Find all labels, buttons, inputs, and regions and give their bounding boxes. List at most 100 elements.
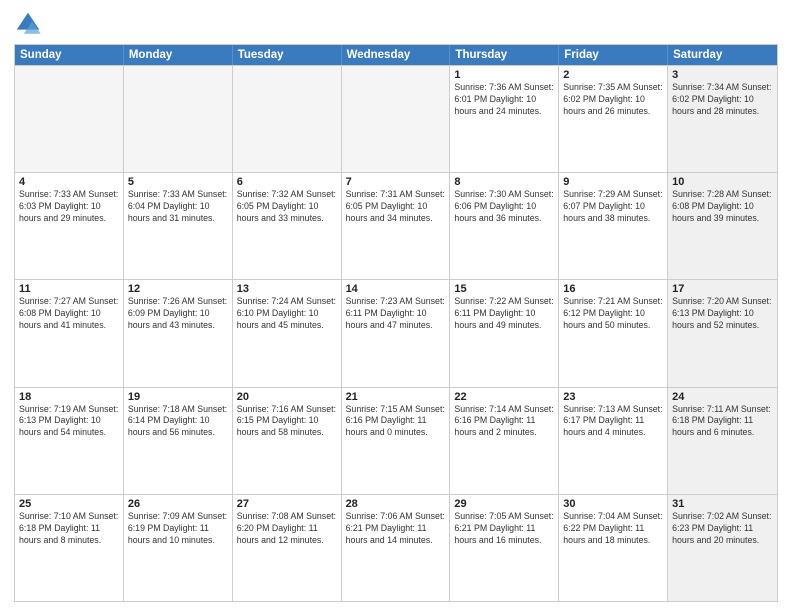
day-cell-27: 27Sunrise: 7:08 AM Sunset: 6:20 PM Dayli…	[233, 495, 342, 601]
day-info: Sunrise: 7:16 AM Sunset: 6:15 PM Dayligh…	[237, 404, 337, 440]
logo-icon	[14, 10, 42, 38]
day-number: 1	[454, 69, 554, 81]
week-row-1: 1Sunrise: 7:36 AM Sunset: 6:01 PM Daylig…	[15, 65, 777, 172]
empty-cell	[233, 66, 342, 172]
day-number: 9	[563, 176, 663, 188]
day-cell-11: 11Sunrise: 7:27 AM Sunset: 6:08 PM Dayli…	[15, 280, 124, 386]
col-header-saturday: Saturday	[668, 45, 777, 65]
day-cell-9: 9Sunrise: 7:29 AM Sunset: 6:07 PM Daylig…	[559, 173, 668, 279]
day-number: 5	[128, 176, 228, 188]
col-header-friday: Friday	[559, 45, 668, 65]
col-header-tuesday: Tuesday	[233, 45, 342, 65]
day-info: Sunrise: 7:09 AM Sunset: 6:19 PM Dayligh…	[128, 511, 228, 547]
day-cell-5: 5Sunrise: 7:33 AM Sunset: 6:04 PM Daylig…	[124, 173, 233, 279]
day-number: 15	[454, 283, 554, 295]
day-number: 26	[128, 498, 228, 510]
day-number: 4	[19, 176, 119, 188]
day-info: Sunrise: 7:19 AM Sunset: 6:13 PM Dayligh…	[19, 404, 119, 440]
day-info: Sunrise: 7:31 AM Sunset: 6:05 PM Dayligh…	[346, 189, 446, 225]
header	[14, 10, 778, 38]
day-cell-23: 23Sunrise: 7:13 AM Sunset: 6:17 PM Dayli…	[559, 388, 668, 494]
day-number: 2	[563, 69, 663, 81]
day-cell-20: 20Sunrise: 7:16 AM Sunset: 6:15 PM Dayli…	[233, 388, 342, 494]
empty-cell	[342, 66, 451, 172]
day-cell-22: 22Sunrise: 7:14 AM Sunset: 6:16 PM Dayli…	[450, 388, 559, 494]
day-number: 16	[563, 283, 663, 295]
day-cell-2: 2Sunrise: 7:35 AM Sunset: 6:02 PM Daylig…	[559, 66, 668, 172]
calendar-body: 1Sunrise: 7:36 AM Sunset: 6:01 PM Daylig…	[15, 65, 777, 601]
week-row-2: 4Sunrise: 7:33 AM Sunset: 6:03 PM Daylig…	[15, 172, 777, 279]
day-number: 30	[563, 498, 663, 510]
day-info: Sunrise: 7:08 AM Sunset: 6:20 PM Dayligh…	[237, 511, 337, 547]
day-info: Sunrise: 7:36 AM Sunset: 6:01 PM Dayligh…	[454, 82, 554, 118]
day-number: 3	[672, 69, 773, 81]
day-number: 18	[19, 391, 119, 403]
day-number: 19	[128, 391, 228, 403]
week-row-5: 25Sunrise: 7:10 AM Sunset: 6:18 PM Dayli…	[15, 494, 777, 601]
day-number: 22	[454, 391, 554, 403]
day-info: Sunrise: 7:20 AM Sunset: 6:13 PM Dayligh…	[672, 296, 773, 332]
day-number: 12	[128, 283, 228, 295]
day-info: Sunrise: 7:26 AM Sunset: 6:09 PM Dayligh…	[128, 296, 228, 332]
day-info: Sunrise: 7:27 AM Sunset: 6:08 PM Dayligh…	[19, 296, 119, 332]
day-cell-8: 8Sunrise: 7:30 AM Sunset: 6:06 PM Daylig…	[450, 173, 559, 279]
calendar-header: SundayMondayTuesdayWednesdayThursdayFrid…	[15, 45, 777, 65]
day-cell-28: 28Sunrise: 7:06 AM Sunset: 6:21 PM Dayli…	[342, 495, 451, 601]
day-info: Sunrise: 7:11 AM Sunset: 6:18 PM Dayligh…	[672, 404, 773, 440]
day-number: 8	[454, 176, 554, 188]
day-cell-7: 7Sunrise: 7:31 AM Sunset: 6:05 PM Daylig…	[342, 173, 451, 279]
day-number: 29	[454, 498, 554, 510]
day-cell-13: 13Sunrise: 7:24 AM Sunset: 6:10 PM Dayli…	[233, 280, 342, 386]
day-cell-19: 19Sunrise: 7:18 AM Sunset: 6:14 PM Dayli…	[124, 388, 233, 494]
day-number: 23	[563, 391, 663, 403]
day-number: 24	[672, 391, 773, 403]
day-info: Sunrise: 7:10 AM Sunset: 6:18 PM Dayligh…	[19, 511, 119, 547]
day-number: 17	[672, 283, 773, 295]
day-number: 20	[237, 391, 337, 403]
col-header-thursday: Thursday	[450, 45, 559, 65]
day-info: Sunrise: 7:33 AM Sunset: 6:04 PM Dayligh…	[128, 189, 228, 225]
day-cell-30: 30Sunrise: 7:04 AM Sunset: 6:22 PM Dayli…	[559, 495, 668, 601]
day-number: 31	[672, 498, 773, 510]
day-info: Sunrise: 7:30 AM Sunset: 6:06 PM Dayligh…	[454, 189, 554, 225]
day-info: Sunrise: 7:22 AM Sunset: 6:11 PM Dayligh…	[454, 296, 554, 332]
day-cell-17: 17Sunrise: 7:20 AM Sunset: 6:13 PM Dayli…	[668, 280, 777, 386]
day-info: Sunrise: 7:13 AM Sunset: 6:17 PM Dayligh…	[563, 404, 663, 440]
day-cell-29: 29Sunrise: 7:05 AM Sunset: 6:21 PM Dayli…	[450, 495, 559, 601]
day-cell-25: 25Sunrise: 7:10 AM Sunset: 6:18 PM Dayli…	[15, 495, 124, 601]
logo	[14, 10, 46, 38]
day-info: Sunrise: 7:32 AM Sunset: 6:05 PM Dayligh…	[237, 189, 337, 225]
day-number: 21	[346, 391, 446, 403]
week-row-3: 11Sunrise: 7:27 AM Sunset: 6:08 PM Dayli…	[15, 279, 777, 386]
day-info: Sunrise: 7:02 AM Sunset: 6:23 PM Dayligh…	[672, 511, 773, 547]
day-number: 14	[346, 283, 446, 295]
day-cell-14: 14Sunrise: 7:23 AM Sunset: 6:11 PM Dayli…	[342, 280, 451, 386]
day-cell-24: 24Sunrise: 7:11 AM Sunset: 6:18 PM Dayli…	[668, 388, 777, 494]
day-info: Sunrise: 7:34 AM Sunset: 6:02 PM Dayligh…	[672, 82, 773, 118]
day-cell-4: 4Sunrise: 7:33 AM Sunset: 6:03 PM Daylig…	[15, 173, 124, 279]
day-info: Sunrise: 7:29 AM Sunset: 6:07 PM Dayligh…	[563, 189, 663, 225]
day-cell-1: 1Sunrise: 7:36 AM Sunset: 6:01 PM Daylig…	[450, 66, 559, 172]
day-info: Sunrise: 7:05 AM Sunset: 6:21 PM Dayligh…	[454, 511, 554, 547]
day-cell-15: 15Sunrise: 7:22 AM Sunset: 6:11 PM Dayli…	[450, 280, 559, 386]
day-info: Sunrise: 7:04 AM Sunset: 6:22 PM Dayligh…	[563, 511, 663, 547]
day-cell-26: 26Sunrise: 7:09 AM Sunset: 6:19 PM Dayli…	[124, 495, 233, 601]
day-cell-3: 3Sunrise: 7:34 AM Sunset: 6:02 PM Daylig…	[668, 66, 777, 172]
day-cell-6: 6Sunrise: 7:32 AM Sunset: 6:05 PM Daylig…	[233, 173, 342, 279]
day-info: Sunrise: 7:23 AM Sunset: 6:11 PM Dayligh…	[346, 296, 446, 332]
calendar: SundayMondayTuesdayWednesdayThursdayFrid…	[14, 44, 778, 602]
day-cell-12: 12Sunrise: 7:26 AM Sunset: 6:09 PM Dayli…	[124, 280, 233, 386]
col-header-monday: Monday	[124, 45, 233, 65]
day-cell-31: 31Sunrise: 7:02 AM Sunset: 6:23 PM Dayli…	[668, 495, 777, 601]
empty-cell	[15, 66, 124, 172]
day-info: Sunrise: 7:21 AM Sunset: 6:12 PM Dayligh…	[563, 296, 663, 332]
day-info: Sunrise: 7:24 AM Sunset: 6:10 PM Dayligh…	[237, 296, 337, 332]
day-number: 27	[237, 498, 337, 510]
day-cell-16: 16Sunrise: 7:21 AM Sunset: 6:12 PM Dayli…	[559, 280, 668, 386]
day-info: Sunrise: 7:33 AM Sunset: 6:03 PM Dayligh…	[19, 189, 119, 225]
day-number: 6	[237, 176, 337, 188]
day-cell-21: 21Sunrise: 7:15 AM Sunset: 6:16 PM Dayli…	[342, 388, 451, 494]
day-info: Sunrise: 7:28 AM Sunset: 6:08 PM Dayligh…	[672, 189, 773, 225]
day-number: 25	[19, 498, 119, 510]
day-info: Sunrise: 7:18 AM Sunset: 6:14 PM Dayligh…	[128, 404, 228, 440]
